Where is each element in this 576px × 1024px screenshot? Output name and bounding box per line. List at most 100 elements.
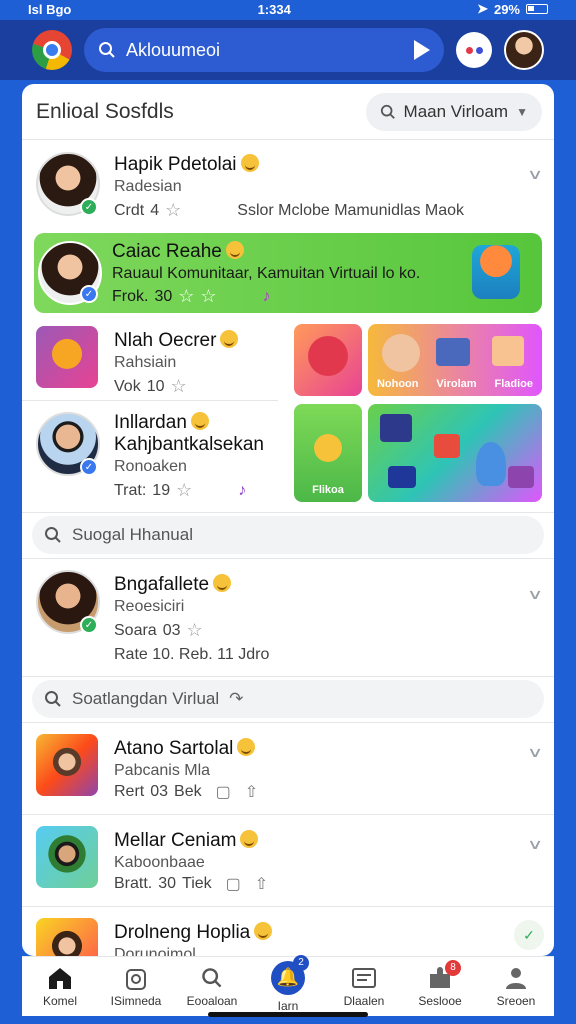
- item-name: Bngafallete: [114, 574, 232, 596]
- tile-label: Virolam: [436, 378, 477, 390]
- tile-nohoon[interactable]: Nohoon Virolam Fladioe: [368, 324, 542, 396]
- star-icon[interactable]: ☆: [170, 376, 186, 397]
- smile-emoji-icon: [240, 154, 259, 172]
- item-name: Mellar Ceniam: [114, 830, 259, 852]
- chevron-down-icon[interactable]: ∨: [527, 166, 543, 183]
- comment-icon[interactable]: ▢: [216, 782, 231, 802]
- nav-list[interactable]: Dlaalen: [331, 966, 397, 1008]
- smile-emoji-icon: [237, 738, 256, 756]
- smile-emoji-icon: [220, 330, 239, 348]
- item-sub: Rahsiain: [114, 354, 177, 371]
- item-name: Nlah Oecrer: [114, 330, 239, 352]
- share-icon[interactable]: ↷: [229, 689, 243, 709]
- nav-home[interactable]: Komel: [27, 966, 93, 1008]
- item-sub: Reoesiciri: [114, 598, 185, 615]
- notification-badge: 8: [445, 959, 461, 976]
- list-icon: [350, 966, 378, 990]
- tile-label: Nohoon: [376, 378, 419, 390]
- list-item[interactable]: ✓ Bngafallete Reoesiciri Soara 03 ☆ Rate …: [22, 560, 554, 670]
- nav-search[interactable]: Eooaloan: [179, 966, 245, 1008]
- main-panel: Enlioal Sosfdls Maan Virloam ▼ ✓ Hapik P…: [22, 84, 554, 956]
- star-icon[interactable]: ☆: [187, 620, 203, 641]
- thumbnail: [36, 918, 98, 956]
- list-item[interactable]: Drolneng Hoplia Dorunoimol ✓: [22, 908, 554, 956]
- verified-icon: ✓: [80, 285, 98, 303]
- share-icon[interactable]: ⇧: [245, 782, 258, 802]
- item-meta: Soara 03 ☆: [114, 620, 203, 641]
- tile-flikoa[interactable]: Flikoa: [294, 404, 362, 502]
- nav-media[interactable]: ISimneda: [103, 966, 169, 1008]
- thumbnail: [36, 826, 98, 888]
- browser-logo-icon[interactable]: [32, 30, 72, 70]
- verified-icon: ✓: [80, 458, 98, 476]
- item-name: Inllardan: [114, 412, 209, 434]
- divider: [22, 722, 554, 723]
- chevron-down-icon[interactable]: ∨: [527, 586, 543, 603]
- tile-character[interactable]: [294, 324, 362, 396]
- home-indicator: [208, 1012, 368, 1017]
- tile-label: Flikoa: [312, 484, 344, 496]
- verified-icon: ✓: [80, 198, 98, 216]
- address-search-bar[interactable]: Aklouumeoi: [84, 28, 444, 72]
- search-icon: [45, 691, 61, 707]
- item-meta: Vok 10 ☆: [114, 376, 187, 397]
- divider: [22, 512, 554, 513]
- thumbnail: [36, 734, 98, 796]
- divider: [22, 558, 554, 559]
- bag-icon: [122, 966, 150, 990]
- item-meta: Rert 03 Bek ▢ ⇧: [114, 782, 259, 802]
- location-icon: ➤: [477, 1, 488, 16]
- person-icon: [502, 966, 530, 990]
- search-field[interactable]: Soatlangdan Virlual ↷: [32, 680, 544, 718]
- clock: 1:334: [257, 1, 291, 17]
- list-item[interactable]: Atano Sartolal Pabcanis Mla Rert 03 Bek ▢ …: [22, 724, 554, 812]
- nav-notifications[interactable]: 🔔 2 Iarn: [255, 954, 321, 1013]
- search-field[interactable]: Suogal Hhanual: [32, 516, 544, 554]
- page-title: Enlioal Sosfdls: [36, 99, 174, 123]
- battery-icon: [526, 4, 548, 14]
- chevron-down-icon[interactable]: ∨: [527, 744, 543, 761]
- item-sub: Dorunoimol: [114, 946, 196, 956]
- apps-button[interactable]: [456, 32, 492, 68]
- search-icon: [198, 966, 226, 990]
- profile-avatar[interactable]: [504, 30, 544, 70]
- star-icon[interactable]: ☆: [176, 480, 192, 501]
- list-item[interactable]: ✓ Hapik Pdetolai Radesian Crdt 4 ☆ Sslor …: [22, 142, 554, 230]
- item-meta: Trat: 19 ☆ ♪: [114, 480, 247, 501]
- smile-emoji-icon: [213, 574, 232, 592]
- comment-icon[interactable]: ▢: [226, 874, 241, 894]
- chevron-down-icon: ▼: [516, 104, 528, 119]
- search-icon: [45, 527, 61, 543]
- star-icon[interactable]: ☆: [165, 200, 181, 221]
- notification-badge: 2: [293, 954, 309, 971]
- star-icon[interactable]: ☆: [200, 286, 216, 307]
- item-meta: Frok. 30 ☆ ☆ ♪: [112, 286, 271, 307]
- status-bar: Isl Bgo 1:334 ➤ 29%: [0, 0, 576, 18]
- nav-sessions[interactable]: 8 Seslooe: [407, 959, 473, 1008]
- item-name: Hapik Pdetolai: [114, 154, 259, 176]
- divider: [22, 400, 278, 401]
- item-name: Caiac Reahe: [112, 241, 244, 263]
- item-name: Atano Sartolal: [114, 738, 256, 760]
- go-icon[interactable]: [414, 40, 430, 60]
- list-item[interactable]: Mellar Ceniam Kaboonbaae Bratt. 30 Tiek ▢ …: [22, 816, 554, 906]
- top-bar: Aklouumeoi: [0, 20, 576, 80]
- chevron-down-icon[interactable]: ∨: [527, 836, 543, 853]
- divider: [22, 676, 554, 677]
- star-icon[interactable]: ☆: [178, 286, 194, 307]
- highlighted-item[interactable]: ✓ Caiac Reahe Rauaul Komunitaar, Kamuita…: [34, 233, 542, 313]
- tile-label: Fladioe: [494, 378, 534, 390]
- check-icon[interactable]: ✓: [514, 920, 544, 950]
- battery-label: 29%: [493, 1, 520, 17]
- item-meta-extra: Rate 10. Reb. 11 Jdro: [114, 646, 270, 663]
- divider: [22, 814, 554, 815]
- character-thumbnail: [36, 326, 98, 388]
- bottom-nav: Komel ISimneda Eooaloan 🔔 2 Iarn Dlaalen…: [22, 954, 554, 1016]
- tile-game-collage[interactable]: [368, 404, 542, 502]
- share-icon[interactable]: ⇧: [255, 874, 268, 894]
- smile-emoji-icon: [225, 241, 244, 259]
- nav-profile[interactable]: Sreoen: [483, 966, 549, 1008]
- search-placeholder: Soatlangdan Virlual: [72, 689, 220, 708]
- filter-dropdown[interactable]: Maan Virloam ▼: [365, 92, 542, 131]
- status-right: ➤ 29%: [477, 1, 548, 17]
